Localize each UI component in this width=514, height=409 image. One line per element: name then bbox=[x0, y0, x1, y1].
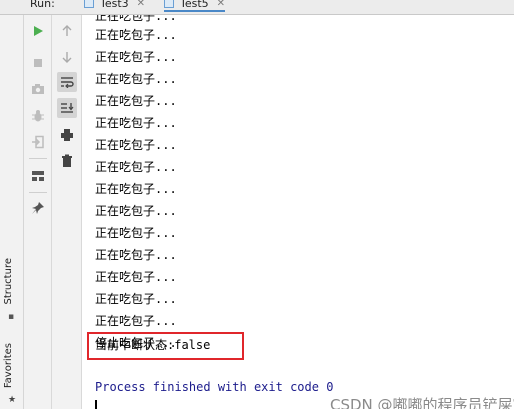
toolbar-separator bbox=[29, 192, 47, 193]
tab-test5[interactable]: Test5 ✕ bbox=[164, 0, 226, 12]
close-icon[interactable]: ✕ bbox=[137, 0, 145, 9]
console-line-partial: 正在吃包子... bbox=[95, 15, 177, 23]
arrow-up-icon[interactable] bbox=[57, 21, 77, 41]
console-line: 正在吃包子... bbox=[95, 116, 177, 130]
tab-test3-label: Test3 bbox=[100, 0, 129, 10]
console-line: 正在吃包子... bbox=[95, 270, 177, 284]
stop-icon[interactable] bbox=[28, 53, 48, 73]
console-line: 正在吃包子... bbox=[95, 138, 177, 152]
trash-icon[interactable] bbox=[57, 151, 77, 171]
console-line: 正在吃包子... bbox=[95, 160, 177, 174]
arrow-down-icon[interactable] bbox=[57, 47, 77, 67]
java-file-icon bbox=[84, 0, 94, 8]
run-toolbar-primary bbox=[24, 15, 52, 409]
scroll-to-end-icon[interactable] bbox=[57, 98, 77, 118]
run-toolbar-secondary bbox=[52, 15, 82, 409]
interrupt-status-line: 当前中断状态:false bbox=[95, 338, 211, 352]
camera-icon[interactable] bbox=[28, 79, 48, 99]
print-icon[interactable] bbox=[57, 125, 77, 145]
tool-window-bar: Structure ▪ Favorites ★ bbox=[0, 15, 24, 409]
console-line: 正在吃包子... bbox=[95, 28, 177, 42]
console-line: 正在吃包子... bbox=[95, 292, 177, 306]
run-label: Run: bbox=[30, 0, 55, 10]
java-file-icon bbox=[164, 0, 174, 8]
console-line: 正在吃包子... bbox=[95, 204, 177, 218]
toolbar-separator bbox=[29, 158, 47, 159]
console-line: 正在吃包子... bbox=[95, 50, 177, 64]
console-line: 正在吃包子... bbox=[95, 226, 177, 240]
pin-icon[interactable] bbox=[28, 198, 48, 218]
bug-icon[interactable] bbox=[28, 106, 48, 126]
console-output[interactable]: 正在吃包子... 正在吃包子... 正在吃包子... 正在吃包子... 正在吃包… bbox=[82, 15, 514, 409]
console-line: 正在吃包子... bbox=[95, 314, 177, 328]
watermark: CSDN @嘟嘟的程序员铲屎官 bbox=[330, 396, 514, 409]
play-icon[interactable] bbox=[28, 21, 48, 41]
structure-icon: ▪ bbox=[8, 312, 15, 322]
console-line: 正在吃包子... bbox=[95, 72, 177, 86]
tab-test3[interactable]: Test3 ✕ bbox=[84, 0, 145, 10]
login-icon[interactable] bbox=[28, 132, 48, 152]
star-icon: ★ bbox=[8, 395, 17, 405]
structure-tool-tab[interactable]: Structure bbox=[3, 258, 14, 305]
tab-test5-label: Test5 bbox=[180, 0, 209, 10]
run-tab-bar: Run: Test3 ✕ Test5 ✕ bbox=[0, 0, 514, 15]
console-line: 正在吃包子... bbox=[95, 182, 177, 196]
layout-icon[interactable] bbox=[28, 166, 48, 186]
console-line: 正在吃包子... bbox=[95, 94, 177, 108]
favorites-tool-tab[interactable]: Favorites bbox=[3, 343, 14, 388]
close-icon[interactable]: ✕ bbox=[217, 0, 225, 9]
console-line: 正在吃包子... bbox=[95, 248, 177, 262]
text-caret bbox=[95, 400, 97, 409]
soft-wrap-icon[interactable] bbox=[57, 72, 77, 92]
process-finished-line: Process finished with exit code 0 bbox=[95, 380, 334, 394]
